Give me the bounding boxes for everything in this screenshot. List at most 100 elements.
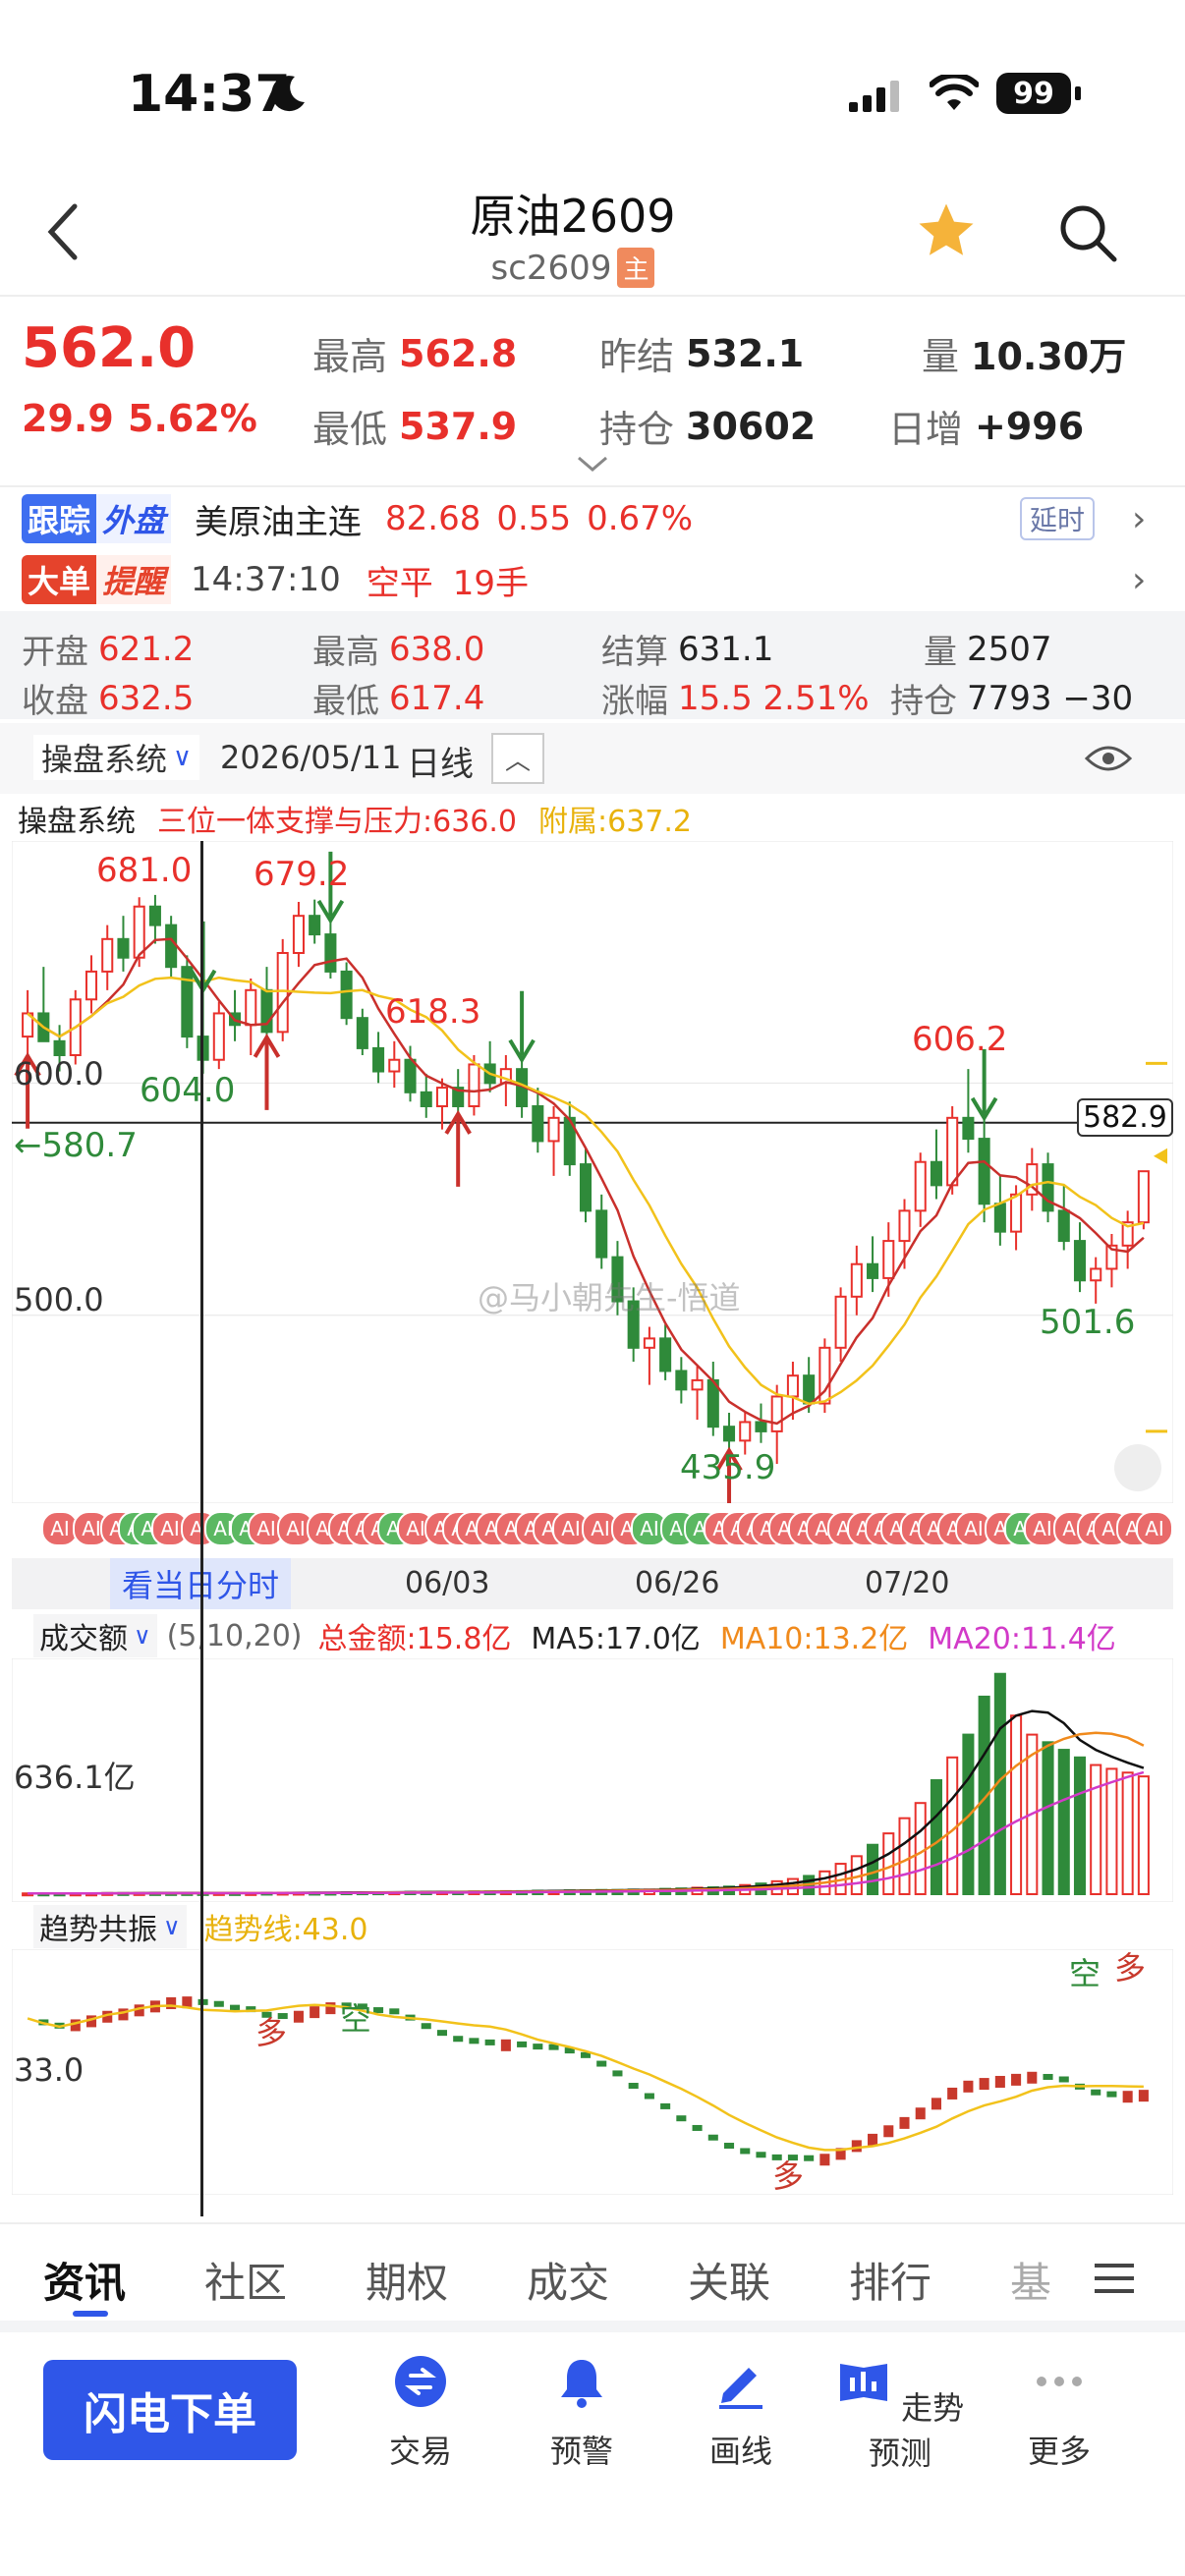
candle-body	[260, 988, 273, 1034]
candle-body	[930, 1160, 942, 1187]
eye-icon[interactable]	[1085, 743, 1132, 774]
volume-bar	[1073, 1756, 1087, 1895]
candle-body	[356, 1017, 368, 1049]
trend-selector[interactable]: 趋势共振 ∨	[33, 1905, 187, 1948]
candle-body	[404, 1058, 417, 1093]
period-label[interactable]: 日线	[407, 737, 474, 785]
trend-block	[660, 2102, 671, 2109]
volume-chart[interactable]	[12, 1658, 1173, 1902]
tracking-name: 美原油主连	[195, 502, 363, 542]
trend-block	[596, 2060, 607, 2067]
trend-block	[740, 2148, 751, 2155]
candle-body	[643, 1337, 655, 1349]
bar-high: 638.0	[389, 629, 485, 669]
bar-change: 15.5 2.51%	[678, 678, 870, 718]
candle-body	[946, 1116, 959, 1187]
candle-body	[165, 924, 178, 969]
trend-block	[1058, 2076, 1069, 2083]
forecast-tool[interactable]: 走势预测	[831, 2354, 969, 2474]
candle-body	[579, 1163, 592, 1212]
price-pointer	[1154, 1148, 1167, 1164]
collapse-button[interactable]: ︿	[491, 733, 544, 784]
draw-tool[interactable]: 画线	[694, 2354, 788, 2472]
chart-date: 2026/05/11	[220, 739, 402, 776]
signal-icon	[849, 81, 899, 112]
flash-order-button[interactable]: 闪电下单	[43, 2360, 297, 2460]
tab-options[interactable]: 期权	[366, 2250, 448, 2310]
volume-bar	[898, 1817, 911, 1896]
candle-body	[1137, 1170, 1150, 1224]
trend-block	[421, 2023, 431, 2030]
prev-settle: 532.1	[686, 331, 805, 375]
open-interest: 30602	[686, 404, 817, 448]
trade-icon	[395, 2356, 446, 2407]
ai-signal-tag[interactable]: AI	[1136, 1511, 1173, 1546]
volume: 10.30万	[971, 335, 1127, 378]
candle-body	[659, 1337, 672, 1372]
tracking-row[interactable]: 跟踪 外盘 美原油主连 82.68 0.55 0.67% 延时 ›	[22, 491, 1171, 546]
candle-body	[340, 970, 353, 1020]
kline-chart[interactable]	[12, 841, 1173, 1503]
volume-bar	[1137, 1775, 1150, 1895]
trend-line	[27, 2003, 1144, 2152]
volume-y-label: 636.1亿	[14, 1759, 136, 1796]
more-tool[interactable]: 更多	[1012, 2354, 1106, 2472]
tab-related[interactable]: 关联	[688, 2250, 770, 2310]
volume-bar	[930, 1779, 942, 1895]
alert-tool[interactable]: 预警	[535, 2354, 629, 2472]
tab-trades[interactable]: 成交	[527, 2250, 609, 2310]
trend-block	[707, 2134, 718, 2141]
tab-ranking[interactable]: 排行	[849, 2250, 931, 2310]
system-selector[interactable]: 操盘系统 ∨	[33, 735, 200, 780]
bar-low: 617.4	[389, 678, 485, 718]
candle-body	[882, 1240, 895, 1279]
search-icon[interactable]	[1055, 200, 1120, 265]
volume-bar	[1121, 1771, 1134, 1895]
bell-icon	[561, 2360, 602, 2408]
trend-block	[70, 2019, 81, 2032]
trend-block	[963, 2080, 974, 2093]
candle-body	[898, 1209, 911, 1243]
support-pressure: 三位一体支撑与压力:636.0	[157, 805, 517, 839]
trend-block	[644, 2093, 654, 2100]
more-dots-icon	[1037, 2377, 1082, 2386]
candle-body	[627, 1300, 640, 1349]
big-order-row[interactable]: 大单 提醒 14:37:10 空平 19手 ›	[22, 552, 1171, 607]
candle-body	[547, 1116, 560, 1143]
candle-body	[739, 1421, 752, 1442]
battery-icon: 99	[996, 73, 1071, 114]
trend-y-label: 33.0	[14, 2051, 85, 2089]
volume-bar	[1105, 1767, 1118, 1895]
chevron-right-icon: ›	[1132, 559, 1147, 600]
bar-oi: 7793 −30	[967, 678, 1134, 718]
trend-block	[293, 2010, 304, 2023]
tab-community[interactable]: 社区	[204, 2250, 287, 2310]
candle-body	[292, 915, 305, 954]
x-tick-1: 06/03	[405, 1566, 490, 1600]
volume-selector[interactable]: 成交额 ∨	[33, 1614, 157, 1657]
menu-icon[interactable]	[1095, 2262, 1134, 2295]
ai-signal-row: AI AI AI AI AI AI AI AI AI AI AI AI AI AI AI AI AI AI AI AI…	[12, 1507, 1173, 1546]
expand-chevron-icon[interactable]	[576, 454, 609, 474]
big-order-lots: 19手	[452, 563, 529, 603]
tab-news[interactable]: 资讯	[43, 2250, 126, 2310]
trend-duo-mark-2: 多	[772, 2157, 805, 2195]
crosshair-line	[200, 841, 203, 2216]
volume-ma10	[28, 1731, 1145, 1895]
trend-block	[484, 2039, 495, 2045]
candle-body	[722, 1426, 736, 1442]
x-axis: 看当日分时 06/03 06/26 07/20	[12, 1558, 1173, 1609]
trend-block	[819, 2154, 830, 2166]
tab-fundamental[interactable]: 基	[1010, 2250, 1051, 2310]
trend-block	[500, 2039, 511, 2051]
bar-settle: 631.1	[678, 629, 774, 669]
trade-tool[interactable]: 交易	[373, 2354, 468, 2472]
chart-toolbar: 操盘系统 ∨ 2026/05/11 日线 ︿	[0, 723, 1185, 794]
candle-body	[372, 1046, 385, 1073]
bar-open: 621.2	[98, 629, 195, 669]
trend-kong-mark-2: 空	[1069, 1955, 1101, 1992]
favorite-star-icon[interactable]	[914, 198, 979, 263]
candle-body	[1090, 1267, 1102, 1282]
chevron-down-icon: ∨	[134, 1622, 151, 1650]
trend-chart[interactable]	[12, 1949, 1173, 2195]
